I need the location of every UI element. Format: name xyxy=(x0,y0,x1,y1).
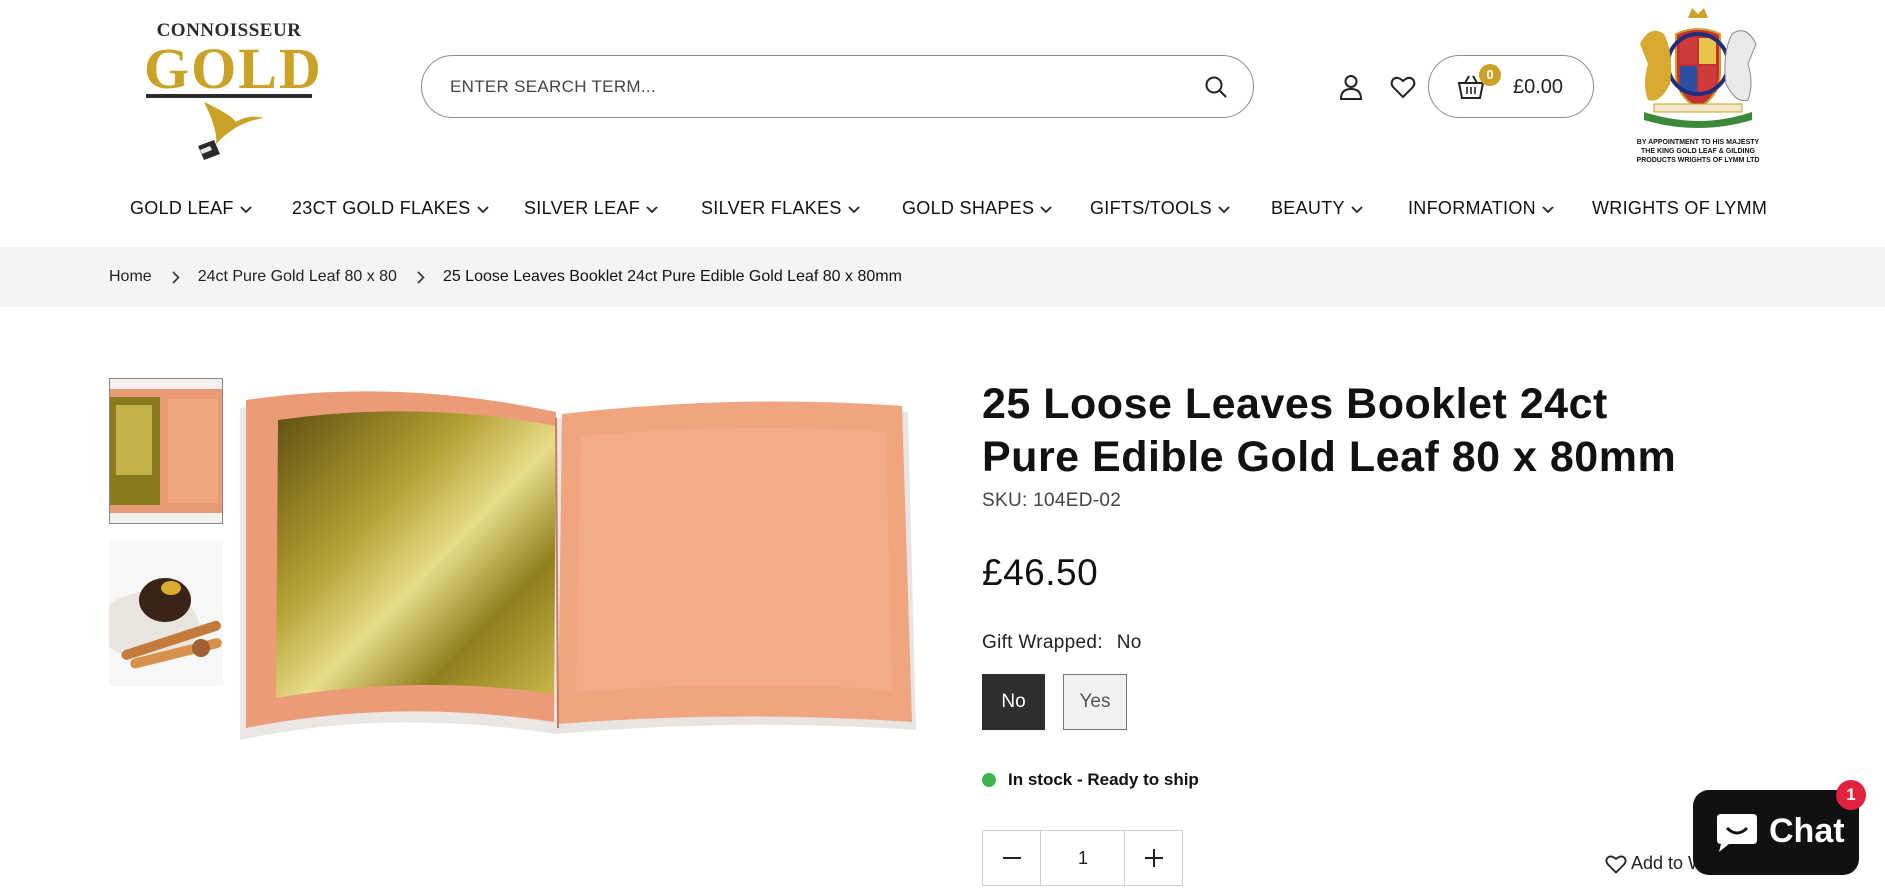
nav-item-label: INFORMATION xyxy=(1408,198,1536,218)
breadcrumb: Home 24ct Pure Gold Leaf 80 x 80 25 Loos… xyxy=(109,247,902,307)
in-stock-dot-icon xyxy=(982,773,996,787)
chat-bubble-icon xyxy=(1715,810,1759,859)
quantity-input[interactable] xyxy=(1041,831,1125,885)
royal-crest-icon xyxy=(1640,8,1757,128)
nav-item-label: SILVER LEAF xyxy=(524,198,641,218)
plus-icon xyxy=(1144,849,1163,867)
minus-icon xyxy=(1002,857,1021,859)
gift-wrap-option-label: Gift Wrapped: No xyxy=(982,632,1142,654)
product-sku: SKU: 104ED-02 xyxy=(982,490,1121,512)
nav-item-label: WRIGHTS OF LYMM xyxy=(1592,198,1768,218)
royal-warrant-crest: BY APPOINTMENT TO HIS MAJESTY THE KING G… xyxy=(1630,4,1766,174)
chevron-down-icon xyxy=(1542,198,1554,219)
nav-item-label: GOLD LEAF xyxy=(130,198,234,218)
royal-warrant-caption: BY APPOINTMENT TO HIS MAJESTY THE KING G… xyxy=(1636,139,1760,164)
nav-item-silver-flakes[interactable]: SILVER FLAKES xyxy=(701,198,860,219)
chat-widget-button[interactable]: Chat xyxy=(1693,790,1859,875)
chevron-right-icon xyxy=(417,270,425,284)
gold-leaf-booklet-image xyxy=(236,378,918,740)
stock-status-text: In stock - Ready to ship xyxy=(1008,770,1199,789)
nav-item-wrights-of-lymm[interactable]: WRIGHTS OF LYMM xyxy=(1592,198,1767,219)
account-icon[interactable] xyxy=(1336,72,1366,102)
gift-wrap-label: Gift Wrapped: xyxy=(982,632,1103,653)
product-main-image[interactable] xyxy=(236,378,918,740)
nav-item-label: GOLD SHAPES xyxy=(902,198,1035,218)
wishlist-heart-icon[interactable] xyxy=(1388,72,1418,102)
chat-label: Chat xyxy=(1769,812,1845,850)
chevron-down-icon xyxy=(646,198,658,219)
chevron-down-icon xyxy=(1040,198,1052,219)
chevron-down-icon xyxy=(240,198,252,219)
search-icon[interactable] xyxy=(1201,72,1231,102)
chevron-down-icon xyxy=(476,198,489,219)
sku-value: 104ED-02 xyxy=(1033,490,1122,511)
chevron-down-icon xyxy=(1218,198,1230,219)
nav-item-gold-leaf[interactable]: GOLD LEAF xyxy=(130,198,252,219)
breadcrumb-bar: Home 24ct Pure Gold Leaf 80 x 80 25 Loos… xyxy=(0,247,1885,307)
nav-item-gifts-tools[interactable]: GIFTS/TOOLS xyxy=(1090,198,1230,219)
nav-item-gold-shapes[interactable]: GOLD SHAPES xyxy=(902,198,1052,219)
nav-item-label: GIFTS/TOOLS xyxy=(1090,198,1212,218)
chevron-right-icon xyxy=(172,270,180,284)
search-input[interactable] xyxy=(450,70,1170,104)
heart-icon xyxy=(1605,855,1627,874)
gift-wrap-selected-value: No xyxy=(1116,632,1142,653)
breadcrumb-current: 25 Loose Leaves Booklet 24ct Pure Edible… xyxy=(442,268,902,285)
breadcrumb-link-collection[interactable]: 24ct Pure Gold Leaf 80 x 80 xyxy=(198,268,397,286)
quantity-increase-button[interactable] xyxy=(1124,831,1182,885)
connoisseur-gold-logo[interactable]: CONNOISSEUR GOLD xyxy=(140,18,321,163)
nav-item-label: 23CT GOLD FLAKES xyxy=(292,198,471,218)
breadcrumb-link-home[interactable]: Home xyxy=(109,268,152,286)
chevron-down-icon xyxy=(847,198,860,219)
thumbnail-booklet[interactable] xyxy=(109,378,223,524)
add-to-wishlist-link[interactable]: Add to W xyxy=(1605,853,1705,874)
nav-item-information[interactable]: INFORMATION xyxy=(1408,198,1554,219)
gift-wrap-yes-button[interactable]: Yes xyxy=(1063,674,1127,730)
quantity-decrease-button[interactable] xyxy=(983,831,1041,885)
nav-item-23ct-gold-flakes[interactable]: 23CT GOLD FLAKES xyxy=(292,198,489,219)
thumbnail-dessert[interactable] xyxy=(109,540,223,686)
main-navigation: GOLD LEAF 23CT GOLD FLAKES SILVER LEAF S… xyxy=(0,192,1885,228)
cart-button[interactable]: 0 £0.00 xyxy=(1428,55,1594,118)
product-price: £46.50 xyxy=(982,552,1099,593)
sku-label: SKU: xyxy=(982,490,1028,511)
logo-leaf-icon xyxy=(146,94,312,160)
nav-item-label: SILVER FLAKES xyxy=(701,198,842,218)
chat-notification-badge: 1 xyxy=(1836,780,1866,810)
cart-count-badge: 0 xyxy=(1479,64,1501,86)
stock-status: In stock - Ready to ship xyxy=(982,770,1199,790)
chevron-down-icon xyxy=(1351,198,1363,219)
quantity-stepper xyxy=(982,830,1183,886)
product-title: 25 Loose Leaves Booklet 24ct Pure Edible… xyxy=(982,380,1677,481)
gift-wrap-no-button[interactable]: No xyxy=(982,674,1045,730)
search-bar xyxy=(421,55,1254,118)
cart-total: £0.00 xyxy=(1513,76,1564,98)
nav-item-beauty[interactable]: BEAUTY xyxy=(1271,198,1363,219)
site-header: CONNOISSEUR GOLD 0 £0.00 xyxy=(0,0,1885,170)
nav-item-silver-leaf[interactable]: SILVER LEAF xyxy=(524,198,658,219)
nav-item-label: BEAUTY xyxy=(1271,198,1345,218)
